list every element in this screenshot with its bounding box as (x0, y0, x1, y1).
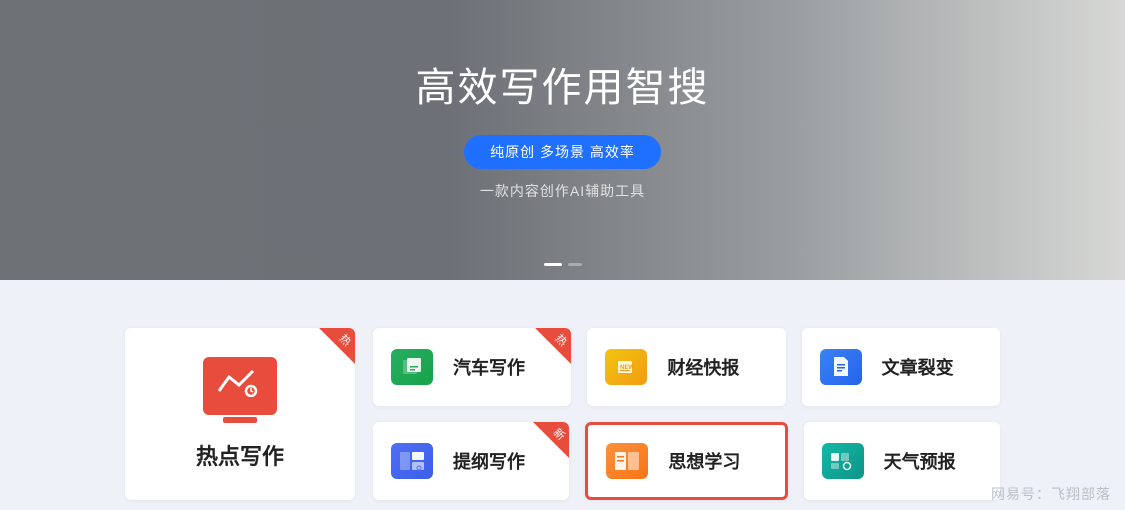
card-提纲写作[interactable]: 新提纲写作 (373, 422, 569, 500)
carousel-dots[interactable] (544, 263, 582, 266)
card-icon: NEW (605, 349, 647, 385)
hot-tag: 热 (319, 328, 355, 364)
card-icon (391, 349, 433, 385)
card-icon (820, 349, 862, 385)
card-文章裂变[interactable]: 文章裂变 (802, 328, 1000, 406)
hero-subtitle: 一款内容创作AI辅助工具 (480, 181, 645, 201)
card-label: 思想学习 (668, 448, 740, 474)
card-icon (391, 443, 433, 479)
card-思想学习[interactable]: 思想学习 (585, 422, 787, 500)
card-天气预报[interactable]: 天气预报 (804, 422, 1000, 500)
card-label: 天气预报 (884, 448, 956, 474)
card-label: 文章裂变 (882, 354, 954, 380)
hero-pill: 纯原创 多场景 高效率 (464, 135, 661, 169)
feature-section: 热 热点写作 热汽车写作NEW财经快报文章裂变 新提纲写作思想学习天气预报 (0, 280, 1125, 510)
card-icon (606, 443, 648, 479)
card-label: 汽车写作 (453, 354, 525, 380)
corner-tag: 热 (535, 328, 571, 364)
card-icon (822, 443, 864, 479)
card-汽车写作[interactable]: 热汽车写作 (373, 328, 571, 406)
dot-1[interactable] (544, 263, 562, 266)
card-label: 提纲写作 (453, 448, 525, 474)
monitor-chart-icon (203, 357, 277, 415)
corner-tag: 新 (533, 422, 569, 458)
dot-2[interactable] (568, 263, 582, 266)
card-label: 财经快报 (667, 354, 739, 380)
card-财经快报[interactable]: NEW 财经快报 (587, 328, 785, 406)
watermark: 网易号：飞翔部落 (991, 484, 1111, 504)
card-label: 热点写作 (196, 439, 284, 471)
card-hotspot-writing[interactable]: 热 热点写作 (125, 328, 355, 500)
hero-title: 高效写作用智搜 (416, 55, 710, 113)
hero-banner: 高效写作用智搜 纯原创 多场景 高效率 一款内容创作AI辅助工具 (0, 0, 1125, 280)
